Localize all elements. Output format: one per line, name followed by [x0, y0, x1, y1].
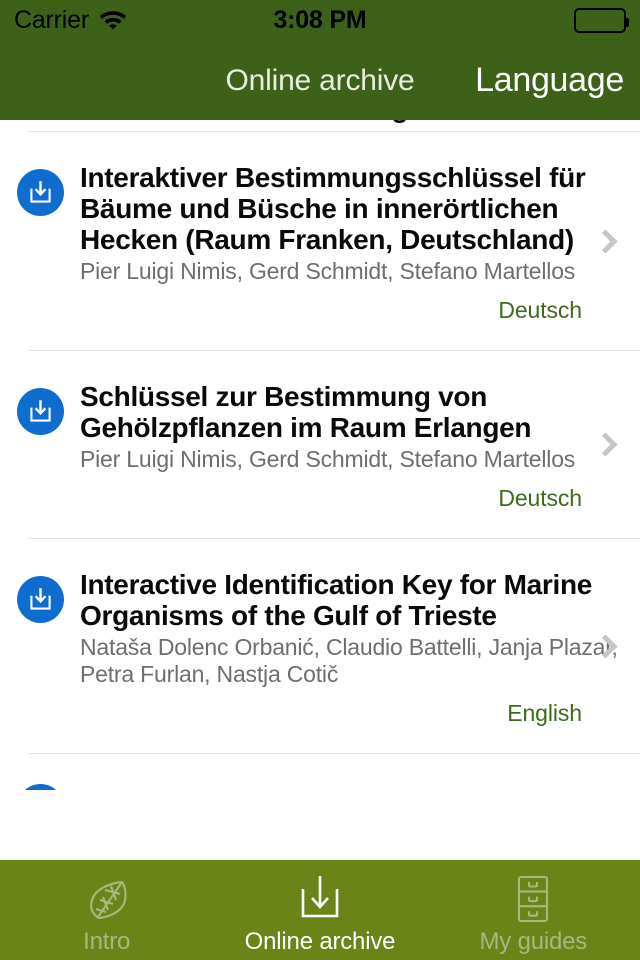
- item-title: Interaktiver Bestimmungsschlüssel für Bä…: [80, 162, 586, 255]
- status-bar-left: Carrier: [14, 7, 214, 34]
- item-language: Deutsch: [498, 485, 582, 511]
- chevron-right-icon: [592, 424, 618, 466]
- status-bar-center: 3:08 PM: [214, 6, 426, 35]
- item-language: Deutsch: [498, 297, 582, 323]
- tab-online-archive[interactable]: Online archive: [213, 860, 426, 960]
- wifi-icon: [98, 7, 128, 34]
- list-item[interactable]: [0, 754, 640, 790]
- clipped-previous-row: Interaktiver Bestimmungsschlüssel: [0, 120, 640, 131]
- row-body: Interactive Identification Key for Marin…: [80, 569, 640, 727]
- chevron-right-icon: [592, 220, 618, 262]
- row-icon-column: [0, 381, 80, 435]
- archive-list[interactable]: Interaktiver Bestimmungsschlüssel Intera…: [0, 120, 640, 860]
- download-circle-icon[interactable]: [16, 576, 64, 623]
- language-button[interactable]: Language: [475, 59, 624, 101]
- leaf-icon: [81, 873, 133, 925]
- list-item[interactable]: Interactive Identification Key for Marin…: [0, 539, 640, 753]
- row-body: Interaktiver Bestimmungsschlüssel für Bä…: [80, 162, 640, 324]
- status-bar-right: [426, 7, 629, 33]
- item-title: Schlüssel zur Bestimmung von Gehölzpflan…: [80, 381, 532, 443]
- item-language: English: [507, 700, 582, 726]
- download-circle-icon[interactable]: [16, 169, 64, 216]
- tab-label-online-archive: Online archive: [244, 927, 396, 955]
- status-bar: Carrier 3:08 PM: [0, 0, 640, 40]
- clipped-row-title: Interaktiver Bestimmungsschlüssel: [80, 120, 552, 124]
- row-body: Schlüssel zur Bestimmung von Gehölzpflan…: [80, 381, 640, 512]
- tab-bar: Intro Online archive My guides: [0, 860, 640, 960]
- navigation-bar: Online archive Language: [0, 40, 640, 120]
- tab-label-intro: Intro: [83, 927, 131, 955]
- file-cabinet-icon: [507, 873, 559, 925]
- clock-label: 3:08 PM: [273, 5, 367, 34]
- row-icon-column: [0, 569, 80, 623]
- carrier-label: Carrier: [14, 5, 89, 34]
- battery-full-icon: [574, 7, 629, 33]
- list-item[interactable]: Schlüssel zur Bestimmung von Gehölzpflan…: [0, 351, 640, 538]
- row-icon-column: [0, 162, 80, 216]
- download-tray-icon: [294, 873, 346, 925]
- tab-intro[interactable]: Intro: [0, 860, 213, 960]
- chevron-right-icon: [592, 625, 618, 667]
- app-screen: Carrier 3:08 PM Online archive Language: [0, 0, 640, 960]
- battery-cap: [625, 17, 629, 27]
- tab-label-my-guides: My guides: [479, 927, 588, 955]
- item-authors: Pier Luigi Nimis, Gerd Schmidt, Stefano …: [80, 258, 576, 284]
- item-authors: Nataša Dolenc Orbanić, Claudio Battelli,…: [80, 634, 618, 687]
- item-authors: Pier Luigi Nimis, Gerd Schmidt, Stefano …: [80, 446, 576, 472]
- download-circle-icon[interactable]: [17, 784, 64, 790]
- tab-my-guides[interactable]: My guides: [427, 860, 640, 960]
- item-title: Interactive Identification Key for Marin…: [80, 569, 593, 631]
- download-circle-icon[interactable]: [16, 388, 64, 435]
- list-item[interactable]: Interaktiver Bestimmungsschlüssel für Bä…: [0, 132, 640, 350]
